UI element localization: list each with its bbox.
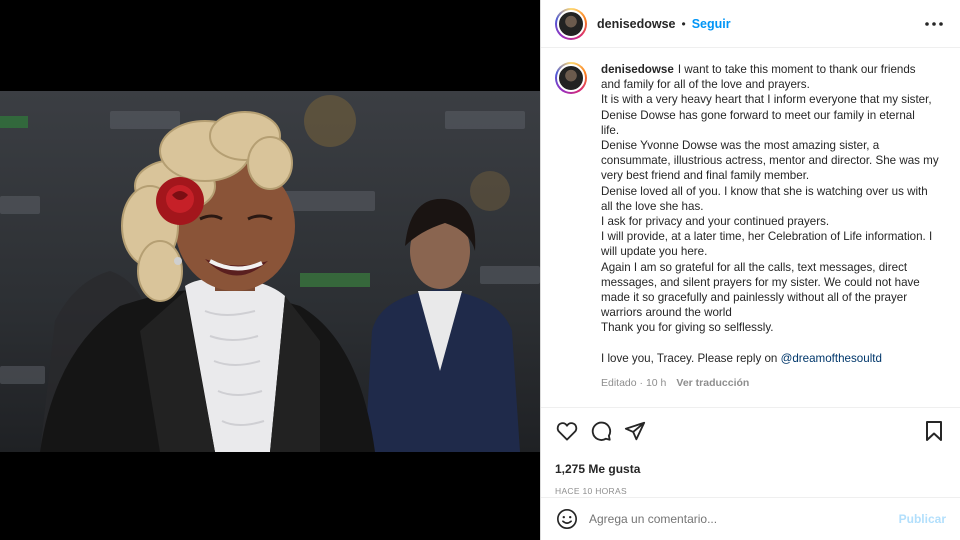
- caption-line: will update you here.: [601, 245, 708, 259]
- separator-dot: •: [681, 16, 686, 31]
- caption-line: life.: [601, 123, 620, 137]
- avatar[interactable]: [555, 7, 587, 40]
- caption-line-0: denisedowse I want to take this moment to…: [601, 63, 916, 76]
- caption-username[interactable]: denisedowse: [601, 63, 674, 76]
- post-photo[interactable]: [0, 91, 540, 452]
- follow-button[interactable]: Seguir: [692, 17, 731, 31]
- caption-line: made it so gracefully and painlessly wit…: [601, 291, 908, 305]
- caption-line: warriors around the world: [601, 306, 732, 320]
- likes-count[interactable]: 1,275 Me gusta: [555, 462, 946, 476]
- photo-illustration: [0, 95, 540, 452]
- caption-line: Thank you for giving so selflessly.: [601, 321, 774, 335]
- caption-body: denisedowse I want to take this moment to…: [601, 62, 939, 391]
- mention-link[interactable]: @dreamofthesoultd: [781, 352, 882, 365]
- caption-line: I ask for privacy and your continued pra…: [601, 215, 830, 229]
- caption-closing: I love you, Tracey. Please reply on @dre…: [601, 351, 882, 365]
- post-time[interactable]: HACE 10 HORAS: [555, 486, 946, 496]
- add-comment-bar: Publicar: [541, 497, 960, 540]
- bookmark-icon[interactable]: [922, 419, 946, 443]
- caption: denisedowse I want to take this moment to…: [555, 62, 946, 391]
- caption-line: consummate, illustrious actress, mentor …: [601, 154, 939, 168]
- emoji-icon[interactable]: [555, 507, 579, 531]
- username[interactable]: denisedowse: [597, 17, 676, 31]
- caption-line: Denise Yvonne Dowse was the most amazing…: [601, 139, 880, 153]
- share-icon[interactable]: [623, 419, 647, 443]
- caption-line: I will provide, at a later time, her Cel…: [601, 230, 933, 244]
- action-row: [555, 416, 946, 446]
- comment-input[interactable]: [589, 512, 899, 526]
- caption-meta: Editado · 10 h Ver traducción: [601, 376, 939, 391]
- comment-icon[interactable]: [589, 419, 613, 443]
- caption-avatar[interactable]: [555, 62, 587, 94]
- caption-line: messages, and silent prayers for my sist…: [601, 275, 920, 289]
- actions-section: 1,275 Me gusta HACE 10 HORAS: [541, 407, 960, 496]
- comments-area[interactable]: denisedowse I want to take this moment to…: [541, 48, 960, 406]
- caption-line: Denise loved all of you. I know that she…: [601, 184, 928, 198]
- caption-line: all the love she has.: [601, 199, 704, 213]
- edited-label: Editado · 10 h: [601, 377, 667, 390]
- post-media[interactable]: [0, 0, 540, 540]
- caption-line: Denise Dowse has gone forward to meet ou…: [601, 108, 915, 122]
- caption-line: Again I am so grateful for all the calls…: [601, 260, 908, 274]
- post-panel: denisedowse • Seguir denisedowse I want t…: [540, 0, 960, 540]
- post-header: denisedowse • Seguir: [541, 0, 960, 48]
- caption-line: and family for all of the love and praye…: [601, 78, 810, 92]
- caption-line: It is with a very heavy heart that I inf…: [601, 93, 932, 107]
- more-options-icon[interactable]: [922, 12, 946, 36]
- caption-line: very best friend and final family member…: [601, 169, 810, 183]
- publish-button[interactable]: Publicar: [899, 512, 946, 526]
- translate-link[interactable]: Ver traducción: [676, 376, 749, 391]
- heart-icon[interactable]: [555, 419, 579, 443]
